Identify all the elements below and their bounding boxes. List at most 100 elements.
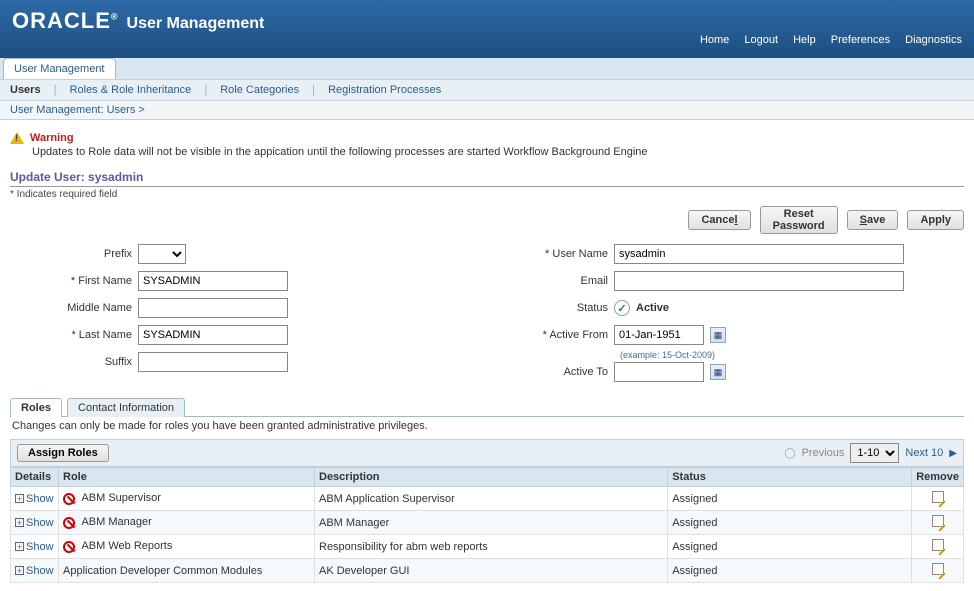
- home-link[interactable]: Home: [700, 34, 729, 46]
- col-role: Role: [59, 468, 315, 487]
- expand-icon[interactable]: +: [15, 494, 24, 503]
- warning-title: Warning: [30, 132, 74, 144]
- oracle-logo: ORACLE® User Management: [12, 8, 962, 34]
- desc-cell: AK Developer GUI: [315, 559, 668, 583]
- roles-table: Details Role Description Status Remove +…: [10, 467, 964, 583]
- status-cell: Assigned: [668, 511, 912, 535]
- required-note: * Indicates required field: [10, 189, 964, 200]
- user-name-input[interactable]: [614, 244, 904, 264]
- edit-icon[interactable]: [931, 538, 945, 552]
- diagnostics-link[interactable]: Diagnostics: [905, 34, 962, 46]
- edit-icon[interactable]: [931, 514, 945, 528]
- role-cell: ABM Supervisor: [59, 487, 315, 511]
- roles-note: Changes can only be made for roles you h…: [10, 417, 964, 435]
- roles-toolbar: Assign Roles ◯ Previous 1-10 Next 10 ▶: [10, 439, 964, 467]
- table-row: +Show ABM Web ReportsResponsibility for …: [11, 535, 964, 559]
- desc-cell: Responsibility for abm web reports: [315, 535, 668, 559]
- next-link[interactable]: Next 10: [905, 447, 943, 459]
- status-check-icon: ✓: [614, 300, 630, 316]
- table-row: +Show ABM ManagerABM ManagerAssigned: [11, 511, 964, 535]
- subnav-roles-inheritance[interactable]: Roles & Role Inheritance: [70, 84, 192, 96]
- col-details: Details: [11, 468, 59, 487]
- email-input[interactable]: [614, 271, 904, 291]
- prefix-select[interactable]: [138, 244, 186, 264]
- cancel-button[interactable]: Cancel: [688, 210, 750, 230]
- active-to-label: Active To: [486, 366, 614, 378]
- save-button[interactable]: Save: [847, 210, 899, 230]
- previous-label: Previous: [802, 447, 845, 459]
- col-remove: Remove: [912, 468, 964, 487]
- middle-name-label: Middle Name: [10, 302, 138, 314]
- active-from-calendar-icon[interactable]: ▦: [710, 327, 726, 343]
- warning-message: Updates to Role data will not be visible…: [32, 144, 964, 160]
- col-status: Status: [668, 468, 912, 487]
- header-links: Home Logout Help Preferences Diagnostics: [688, 34, 962, 46]
- status-cell: Assigned: [668, 559, 912, 583]
- suffix-input[interactable]: [138, 352, 288, 372]
- status-label: Status: [486, 302, 614, 314]
- last-name-label: * Last Name: [10, 329, 138, 341]
- edit-icon[interactable]: [931, 490, 945, 504]
- date-hint: (example: 15-Oct-2009): [620, 350, 904, 360]
- active-from-input[interactable]: [614, 325, 704, 345]
- col-description: Description: [315, 468, 668, 487]
- last-name-input[interactable]: [138, 325, 288, 345]
- next-arrow-icon[interactable]: ▶: [949, 448, 957, 459]
- prefix-label: Prefix: [10, 248, 138, 260]
- subnav-role-categories[interactable]: Role Categories: [220, 84, 299, 96]
- help-link[interactable]: Help: [793, 34, 816, 46]
- page-range-select[interactable]: 1-10: [850, 443, 899, 463]
- role-cell: Application Developer Common Modules: [59, 559, 315, 583]
- show-link[interactable]: Show: [26, 517, 54, 529]
- show-link[interactable]: Show: [26, 541, 54, 553]
- subnav-users[interactable]: Users: [10, 84, 41, 96]
- user-name-label: * User Name: [486, 248, 614, 260]
- tab-roles[interactable]: Roles: [10, 398, 62, 417]
- detail-tabs: Roles Contact Information: [10, 397, 964, 417]
- show-link[interactable]: Show: [26, 493, 54, 505]
- oracle-brand: ORACLE®: [12, 8, 119, 34]
- first-name-input[interactable]: [138, 271, 288, 291]
- active-from-label: * Active From: [486, 329, 614, 341]
- blocked-icon: [63, 541, 75, 553]
- active-to-input[interactable]: [614, 362, 704, 382]
- expand-icon[interactable]: +: [15, 542, 24, 551]
- preferences-link[interactable]: Preferences: [831, 34, 890, 46]
- tab-user-management[interactable]: User Management: [3, 58, 116, 79]
- edit-icon[interactable]: [931, 562, 945, 576]
- desc-cell: ABM Manager: [315, 511, 668, 535]
- assign-roles-button[interactable]: Assign Roles: [17, 444, 109, 462]
- app-title: User Management: [127, 15, 265, 33]
- active-to-calendar-icon[interactable]: ▦: [710, 364, 726, 380]
- table-row: +ShowApplication Developer Common Module…: [11, 559, 964, 583]
- show-link[interactable]: Show: [26, 565, 54, 577]
- app-header: ORACLE® User Management Home Logout Help…: [0, 0, 974, 58]
- status-cell: Assigned: [668, 535, 912, 559]
- logout-link[interactable]: Logout: [744, 34, 778, 46]
- table-row: +Show ABM SupervisorABM Application Supe…: [11, 487, 964, 511]
- email-label: Email: [486, 275, 614, 287]
- sub-nav: Users | Roles & Role Inheritance | Role …: [0, 79, 974, 101]
- prev-arrow-icon: ◯: [784, 448, 795, 459]
- warning-icon: [10, 132, 24, 144]
- suffix-label: Suffix: [10, 356, 138, 368]
- reset-password-button[interactable]: ResetPassword: [760, 206, 838, 234]
- subnav-registration-processes[interactable]: Registration Processes: [328, 84, 441, 96]
- apply-button[interactable]: Apply: [907, 210, 964, 230]
- action-buttons: Cancel ResetPassword Save Apply: [10, 206, 964, 234]
- blocked-icon: [63, 493, 75, 505]
- role-cell: ABM Manager: [59, 511, 315, 535]
- warning-panel: Warning Updates to Role data will not be…: [10, 132, 964, 160]
- blocked-icon: [63, 517, 75, 529]
- role-cell: ABM Web Reports: [59, 535, 315, 559]
- status-cell: Assigned: [668, 487, 912, 511]
- first-name-label: * First Name: [10, 275, 138, 287]
- breadcrumb: User Management: Users >: [0, 101, 974, 120]
- tab-contact-information[interactable]: Contact Information: [67, 398, 185, 417]
- main-tab-strip: User Management: [0, 58, 974, 79]
- user-form: Prefix * First Name Middle Name * Last N…: [10, 242, 964, 387]
- expand-icon[interactable]: +: [15, 518, 24, 527]
- middle-name-input[interactable]: [138, 298, 288, 318]
- page-title: Update User: sysadmin: [10, 170, 964, 187]
- desc-cell: ABM Application Supervisor: [315, 487, 668, 511]
